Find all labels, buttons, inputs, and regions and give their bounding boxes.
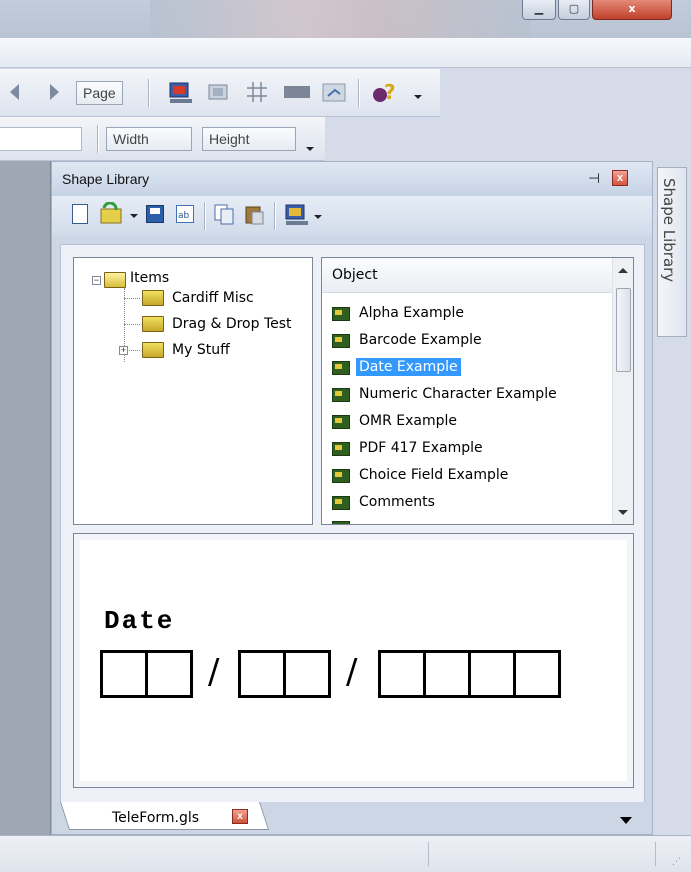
grid-icon[interactable] xyxy=(246,81,268,103)
status-separator xyxy=(655,842,656,866)
new-document-icon[interactable] xyxy=(72,204,88,224)
help-icon[interactable]: ? xyxy=(370,79,398,107)
shape-icon xyxy=(332,521,350,524)
date-digit-box xyxy=(145,650,193,698)
toolbar-separator xyxy=(148,79,149,107)
help-dropdown-icon[interactable] xyxy=(414,95,422,99)
library-tab-strip: TeleForm.gls x xyxy=(52,802,652,834)
tree-item-my-stuff[interactable]: My Stuff xyxy=(172,342,230,358)
tree-item-cardiff-misc[interactable]: Cardiff Misc xyxy=(172,290,254,306)
vertical-scrollbar[interactable] xyxy=(612,258,633,524)
width-field[interactable]: Width xyxy=(106,127,192,151)
display-settings-icon[interactable] xyxy=(284,203,310,227)
paste-icon[interactable] xyxy=(244,204,266,226)
frame-icon[interactable] xyxy=(208,83,230,103)
side-tab-label: Shape Library xyxy=(660,178,678,283)
panel-header: Shape Library ⊣ x xyxy=(52,162,652,196)
panel-title: Shape Library xyxy=(62,171,150,187)
shape-icon xyxy=(332,361,350,375)
tab-list-dropdown-icon[interactable] xyxy=(620,817,632,824)
folder-icon xyxy=(142,290,164,306)
status-bar: ⋰ xyxy=(0,835,691,872)
maximize-button[interactable]: ▢ xyxy=(558,0,590,20)
expand-toggle[interactable]: + xyxy=(119,346,128,355)
copy-icon[interactable] xyxy=(214,204,236,226)
display-settings-icon[interactable] xyxy=(168,81,194,105)
page-button[interactable]: Page xyxy=(76,81,123,105)
scroll-up-arrow-icon[interactable] xyxy=(618,268,628,273)
snap-icon[interactable] xyxy=(322,82,348,104)
position-field[interactable] xyxy=(0,127,82,151)
tree-connector xyxy=(124,324,140,325)
shape-icon xyxy=(332,388,350,402)
shape-library-panel: Shape Library ⊣ x ab − Items Cardiff Mis… xyxy=(51,161,653,835)
shape-icon xyxy=(332,469,350,483)
date-digit-box xyxy=(423,650,471,698)
object-column-header[interactable]: Object xyxy=(322,258,612,293)
pin-icon[interactable]: ⊣ xyxy=(588,170,600,187)
open-folder-icon[interactable] xyxy=(100,201,124,226)
shape-icon xyxy=(332,307,350,321)
window-title-bar: ▁ ▢ x xyxy=(0,0,691,38)
minimize-button[interactable]: ▁ xyxy=(522,0,556,20)
toolbar-overflow-icon[interactable] xyxy=(306,147,314,151)
toolbar-separator xyxy=(358,79,359,107)
resize-grip-icon[interactable]: ⋰ xyxy=(672,856,681,867)
main-toolbar: Page ? xyxy=(0,69,440,117)
ruler-icon[interactable] xyxy=(284,86,310,98)
library-tab[interactable]: TeleForm.gls xyxy=(112,810,199,826)
next-page-arrow-icon[interactable] xyxy=(50,84,59,100)
tree-item-drag-drop-test[interactable]: Drag & Drop Test xyxy=(172,316,292,332)
tree-connector xyxy=(124,298,140,299)
title-bar-background xyxy=(150,0,530,38)
date-separator: / xyxy=(346,652,358,692)
dimensions-toolbar: Width Height xyxy=(0,117,325,161)
date-separator: / xyxy=(208,652,220,692)
library-toolbar: ab xyxy=(52,196,652,236)
tab-close-button[interactable]: x xyxy=(232,809,248,824)
collapse-toggle[interactable]: − xyxy=(92,276,101,285)
svg-text:?: ? xyxy=(384,80,396,104)
side-tab-area: Shape Library xyxy=(653,161,691,835)
date-digit-box xyxy=(238,650,286,698)
menu-bar xyxy=(0,38,691,68)
previous-page-arrow-icon[interactable] xyxy=(10,84,19,100)
scroll-down-arrow-icon[interactable] xyxy=(618,510,628,515)
tree-item-items[interactable]: Items xyxy=(130,270,169,286)
toolbar-separator xyxy=(97,125,98,153)
object-list: Object Alpha Example Barcode Example Dat… xyxy=(321,257,634,525)
toolbar-separator xyxy=(274,202,275,230)
category-tree: − Items Cardiff Misc Drag & Drop Test + … xyxy=(73,257,313,525)
panel-close-button[interactable]: x xyxy=(612,170,628,186)
date-digit-box xyxy=(468,650,516,698)
close-window-button[interactable]: x xyxy=(592,0,672,20)
scrollbar-thumb[interactable] xyxy=(616,288,631,372)
toolbar-separator xyxy=(204,202,205,230)
workspace-edge xyxy=(0,161,51,835)
folder-open-icon xyxy=(104,272,126,288)
preview-date-label: Date xyxy=(104,606,175,636)
open-dropdown-icon[interactable] xyxy=(130,214,138,218)
save-as-icon[interactable]: ab xyxy=(176,205,194,223)
status-separator xyxy=(428,842,429,866)
height-field[interactable]: Height xyxy=(202,127,296,151)
svg-text:ab: ab xyxy=(178,211,190,221)
folder-icon xyxy=(142,316,164,332)
shape-icon xyxy=(332,442,350,456)
shape-icon xyxy=(332,415,350,429)
display-dropdown-icon[interactable] xyxy=(314,215,322,219)
date-digit-box xyxy=(378,650,426,698)
preview-canvas: Date / / xyxy=(74,534,633,787)
folder-icon xyxy=(142,342,164,358)
library-content: − Items Cardiff Misc Drag & Drop Test + … xyxy=(60,244,645,804)
shape-icon xyxy=(332,334,350,348)
shape-preview: Date / / xyxy=(73,533,634,788)
date-digit-box xyxy=(283,650,331,698)
shape-icon xyxy=(332,496,350,510)
shape-library-side-tab[interactable]: Shape Library xyxy=(657,167,687,337)
date-digit-box xyxy=(513,650,561,698)
date-digit-box xyxy=(100,650,148,698)
save-icon[interactable] xyxy=(146,205,164,223)
